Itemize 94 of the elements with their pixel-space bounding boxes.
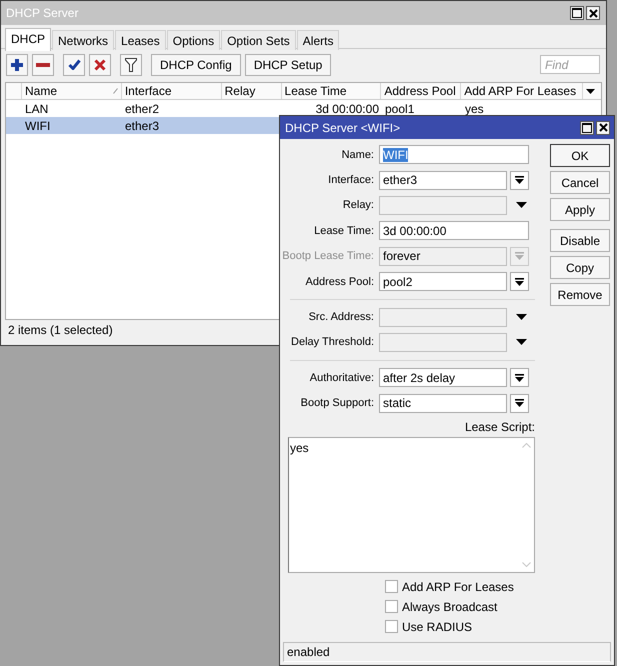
status-bar: enabled: [283, 642, 611, 662]
tab[interactable]: Options: [166, 30, 220, 50]
text-field[interactable]: 3d 00:00:00: [379, 221, 529, 240]
table-cell-text: ether3: [124, 118, 160, 134]
table-cell-text: WIFI: [24, 118, 52, 134]
checkbox-label: Add ARP For Leases: [402, 580, 514, 594]
checkbox[interactable]: [385, 620, 398, 634]
checkbox[interactable]: [385, 580, 398, 594]
window-title: DHCP Server <WIFI>: [285, 120, 402, 134]
field-label: Authoritative:: [308, 372, 375, 384]
column-label: Interface: [124, 84, 173, 98]
column-header[interactable]: Relay: [222, 83, 282, 99]
field-label: Lease Script:: [464, 418, 535, 434]
field-label: Address Pool:: [304, 276, 375, 288]
checkbox[interactable]: [385, 600, 398, 614]
column-label: Name: [24, 84, 58, 98]
column-header[interactable]: Lease Time: [282, 83, 382, 99]
dialog-button[interactable]: OK: [550, 144, 610, 167]
minus-icon: [36, 62, 50, 66]
field-label: Delay Threshold:: [290, 336, 375, 348]
filter-button[interactable]: [120, 54, 142, 76]
disable-button[interactable]: [89, 54, 111, 76]
tab[interactable]: DHCP: [5, 28, 52, 51]
tab[interactable]: Networks: [52, 30, 114, 50]
cross-icon: [94, 58, 106, 70]
table-cell-text: LAN: [24, 100, 50, 117]
dialog-button[interactable]: Apply: [550, 198, 610, 221]
tab[interactable]: Leases: [115, 30, 166, 50]
column-label: Add ARP For Leases: [464, 84, 578, 98]
column-label: Address Pool: [384, 84, 457, 98]
column-header[interactable]: Address Pool: [381, 83, 462, 99]
column-label: Relay: [224, 84, 256, 98]
dropdown-arrow-icon: [515, 374, 524, 382]
empty-field[interactable]: [379, 332, 507, 352]
column-header[interactable]: Name: [22, 83, 122, 99]
dropdown-button[interactable]: [510, 394, 529, 413]
combo-field[interactable]: static: [379, 394, 507, 413]
close-icon: [588, 8, 598, 18]
field-label: Name:: [340, 148, 375, 161]
add-button[interactable]: [6, 54, 28, 76]
table-cell-text: pool1: [384, 100, 416, 117]
dropdown-arrow-icon: [515, 176, 524, 184]
maximize-button[interactable]: [580, 120, 594, 134]
maximize-icon: [572, 8, 582, 18]
combo-field[interactable]: pool2: [379, 272, 507, 292]
dropdown-arrow-icon: [515, 278, 524, 286]
dropdown-arrow-icon: [586, 88, 596, 94]
column-label: Lease Time: [284, 84, 348, 98]
field-label: Lease Time:: [313, 224, 375, 237]
empty-field[interactable]: [379, 308, 507, 327]
filter-icon: [125, 58, 137, 72]
maximize-button[interactable]: [570, 6, 584, 20]
close-button[interactable]: [596, 120, 610, 134]
dialog-button[interactable]: Cancel: [550, 171, 610, 194]
table-cell-text: yes: [464, 100, 485, 117]
field-label: Relay:: [342, 199, 375, 212]
dropdown-arrow-icon: [515, 252, 524, 260]
checkbox-label: Always Broadcast: [402, 600, 498, 614]
close-icon: [598, 123, 608, 132]
table-row[interactable]: LAN ether2 3d 00:00:00 pool1 yes: [6, 100, 601, 117]
dropdown-arrow-icon[interactable]: [516, 314, 527, 320]
empty-field[interactable]: [379, 196, 507, 215]
field-label: Bootp Lease Time:: [281, 250, 375, 262]
checkbox-label: Use RADIUS: [402, 620, 472, 634]
tab[interactable]: Option Sets: [221, 30, 296, 50]
maximize-icon: [582, 122, 592, 132]
plus-icon: [10, 58, 24, 72]
dropdown-arrow-icon: [515, 399, 524, 408]
check-icon: [68, 59, 80, 70]
column-header[interactable]: Interface: [122, 83, 222, 99]
field-label: Interface:: [327, 174, 375, 186]
tab[interactable]: Alerts: [296, 30, 340, 50]
enable-button[interactable]: [63, 54, 85, 76]
table-cell-text: 3d 00:00:00: [314, 100, 380, 117]
combo-field[interactable]: after 2s delay: [379, 368, 507, 388]
dropdown-button[interactable]: [510, 170, 529, 190]
toolbar-button[interactable]: DHCP Setup: [244, 54, 332, 76]
dialog-button[interactable]: Copy: [550, 256, 610, 279]
dropdown-button[interactable]: [510, 272, 529, 292]
dropdown-button[interactable]: [510, 368, 529, 388]
combo-field[interactable]: ether3: [379, 170, 507, 190]
table-cell-text: ether2: [124, 100, 160, 117]
dialog-button[interactable]: Remove: [550, 283, 610, 306]
toolbar-button[interactable]: DHCP Config: [151, 54, 241, 76]
dialog-button[interactable]: Disable: [550, 229, 610, 252]
text-field[interactable]: WIFI: [379, 145, 529, 164]
field-label: Bootp Support:: [300, 397, 375, 410]
find-field[interactable]: Find: [540, 55, 600, 74]
dropdown-arrow-icon[interactable]: [516, 339, 527, 346]
window-title: DHCP Server: [6, 6, 80, 20]
remove-button[interactable]: [32, 54, 54, 76]
close-button[interactable]: [586, 6, 600, 20]
column-header[interactable]: Add ARP For Leases: [461, 83, 584, 99]
dropdown-arrow-icon[interactable]: [516, 202, 527, 208]
